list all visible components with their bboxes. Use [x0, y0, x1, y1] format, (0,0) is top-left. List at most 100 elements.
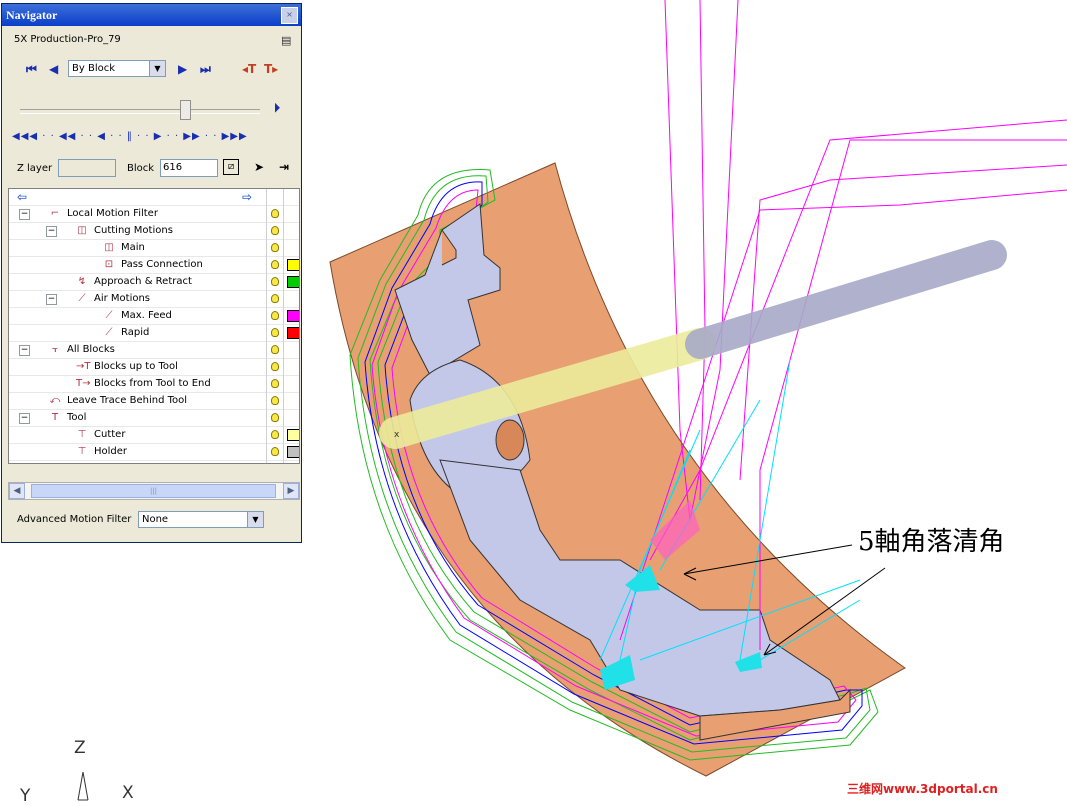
last-block-icon[interactable]: ⏭ [200, 62, 211, 77]
forward-arrow-icon[interactable]: ⇨ [242, 189, 252, 205]
visibility-bulb-icon[interactable] [271, 209, 279, 218]
corner-cleaning-annotation: 5軸角落清角 [858, 527, 1005, 557]
visibility-bulb-icon[interactable] [271, 226, 279, 235]
tree-row[interactable]: ⊤ Cutter [9, 427, 299, 444]
tree-row[interactable]: ⊡ Pass Connection [9, 257, 299, 274]
tree-item-label: Leave Trace Behind Tool [67, 395, 188, 406]
tree-item-label: Blocks up to Tool [94, 361, 178, 372]
color-swatch[interactable] [287, 327, 299, 339]
tree-row[interactable]: ⟋ Max. Feed [9, 308, 299, 325]
tree-row[interactable]: ◫ Main [9, 240, 299, 257]
back-arrow-icon[interactable]: ⇦ [17, 189, 27, 205]
tree-item-label: All Blocks [67, 344, 115, 355]
zero-block-icon[interactable]: ⧄ [223, 159, 239, 175]
tree-item-label: Cutting Motions [94, 225, 173, 236]
tree-row[interactable]: →T Blocks up to Tool [9, 359, 299, 376]
axis-y-label: Y [20, 786, 31, 806]
visibility-bulb-icon[interactable] [271, 396, 279, 405]
tree-row[interactable]: T→ Blocks from Tool to End [9, 376, 299, 393]
pointer-icon[interactable]: ➤ [254, 160, 264, 174]
visibility-bulb-icon[interactable] [271, 413, 279, 422]
scroll-right-icon[interactable]: ▶ [283, 483, 299, 499]
visibility-bulb-icon[interactable] [271, 379, 279, 388]
collapse-icon[interactable]: − [46, 294, 57, 305]
tree-row[interactable]: − ⟋ Air Motions [9, 291, 299, 308]
visibility-bulb-icon[interactable] [271, 243, 279, 252]
cutting-icon: ◫ [77, 225, 87, 236]
tree-item-label: Tool [67, 412, 87, 423]
visibility-bulb-icon[interactable] [271, 430, 279, 439]
cutter-icon: ⊤ [77, 429, 87, 440]
list-settings-icon[interactable]: ▤ [281, 34, 295, 47]
visibility-bulb-icon[interactable] [271, 277, 279, 286]
holder-icon: ⊤ [77, 446, 87, 457]
collapse-icon[interactable]: − [19, 209, 30, 220]
tool-forward-icon[interactable]: T▸ [264, 62, 278, 76]
visibility-bulb-icon[interactable] [271, 311, 279, 320]
tree-row[interactable]: − T Tool [9, 410, 299, 427]
visibility-bulb-icon[interactable] [271, 447, 279, 456]
exit-icon[interactable]: ⇥ [279, 160, 289, 174]
navigator-window: Navigator × 5X Production-Pro_79 ▤ ⏮ ◀ B… [1, 3, 302, 543]
tree-row[interactable]: ⊤ Holder [9, 444, 299, 461]
tool-back-icon[interactable]: ◂T [242, 62, 256, 76]
axis-x-label: X [122, 783, 134, 803]
visibility-bulb-icon[interactable] [271, 345, 279, 354]
close-button[interactable]: × [281, 7, 298, 24]
color-swatch[interactable] [287, 259, 299, 271]
watermark: 三维网www.3dportal.cn [847, 782, 998, 796]
chevron-down-icon[interactable]: ▼ [149, 61, 165, 76]
color-swatch[interactable] [287, 310, 299, 322]
visibility-bulb-icon[interactable] [271, 260, 279, 269]
block-label: Block [127, 163, 155, 174]
tree-item-label: Cutter [94, 429, 126, 440]
motion-filter-tree: ⇦ ⇨ − ⌐ Local Motion Filter − ◫ Cutting Motio… [8, 188, 300, 464]
visibility-bulb-icon[interactable] [271, 294, 279, 303]
tree-horizontal-scrollbar[interactable]: ◀ ||| ▶ [8, 482, 300, 500]
tree-item-label: Local Motion Filter [67, 208, 158, 219]
color-swatch[interactable] [287, 276, 299, 288]
z-layer-field[interactable] [58, 159, 116, 177]
tool-icon: T [51, 412, 59, 423]
first-block-icon[interactable]: ⏮ [26, 62, 37, 77]
color-swatch[interactable] [287, 429, 299, 441]
prev-block-icon[interactable]: ◀ [49, 62, 58, 76]
tree-item-label: Blocks from Tool to End [94, 378, 211, 389]
visibility-bulb-icon[interactable] [271, 328, 279, 337]
tree-item-label: Pass Connection [121, 259, 203, 270]
visibility-bulb-icon[interactable] [271, 362, 279, 371]
tree-row[interactable]: − ◫ Cutting Motions [9, 223, 299, 240]
pass-icon: ⊡ [104, 259, 114, 270]
collapse-icon[interactable]: − [19, 345, 30, 356]
color-swatch[interactable] [287, 446, 299, 458]
tree-item-label: Approach & Retract [94, 276, 192, 287]
blocks-up-icon: →T [76, 361, 91, 372]
scroll-thumb[interactable]: ||| [31, 484, 276, 498]
rapid-icon: ⟋ [105, 327, 113, 338]
approach-icon: ↯ [77, 276, 87, 287]
tree-item-label: Holder [94, 446, 128, 457]
trace-icon: ⤺ [49, 395, 61, 406]
advanced-filter-select[interactable]: None ▼ [138, 511, 264, 528]
tree-row[interactable]: − ⌐ Local Motion Filter [9, 206, 299, 223]
tree-row[interactable]: ⤺ Leave Trace Behind Tool [9, 393, 299, 410]
play-icon[interactable]: ⏵ [274, 101, 280, 116]
svg-text:x: x [394, 430, 400, 440]
block-slider-track[interactable] [20, 109, 260, 114]
axis-triad-icon [77, 771, 89, 801]
collapse-icon[interactable]: − [19, 413, 30, 424]
block-slider-thumb[interactable] [180, 100, 191, 120]
chevron-down-icon[interactable]: ▼ [247, 512, 263, 527]
tree-row[interactable]: ↯ Approach & Retract [9, 274, 299, 291]
tree-item-label: Air Motions [94, 293, 151, 304]
scroll-left-icon[interactable]: ◀ [9, 483, 25, 499]
collapse-icon[interactable]: − [46, 226, 57, 237]
step-mode-select[interactable]: By Block ▼ [68, 60, 166, 77]
tree-row[interactable]: − ⫟ All Blocks [9, 342, 299, 359]
speed-ticks-icon[interactable]: ◀◀◀ · · ◀◀ · · ◀ · · ‖ · · ▶ · · ▶▶ · · … [12, 131, 277, 142]
main-icon: ◫ [104, 242, 114, 253]
tree-row[interactable]: ⟋ Rapid [9, 325, 299, 342]
next-block-icon[interactable]: ▶ [178, 62, 187, 76]
block-number-field[interactable]: 616 [160, 159, 218, 177]
navigator-titlebar[interactable]: Navigator × [2, 4, 301, 26]
